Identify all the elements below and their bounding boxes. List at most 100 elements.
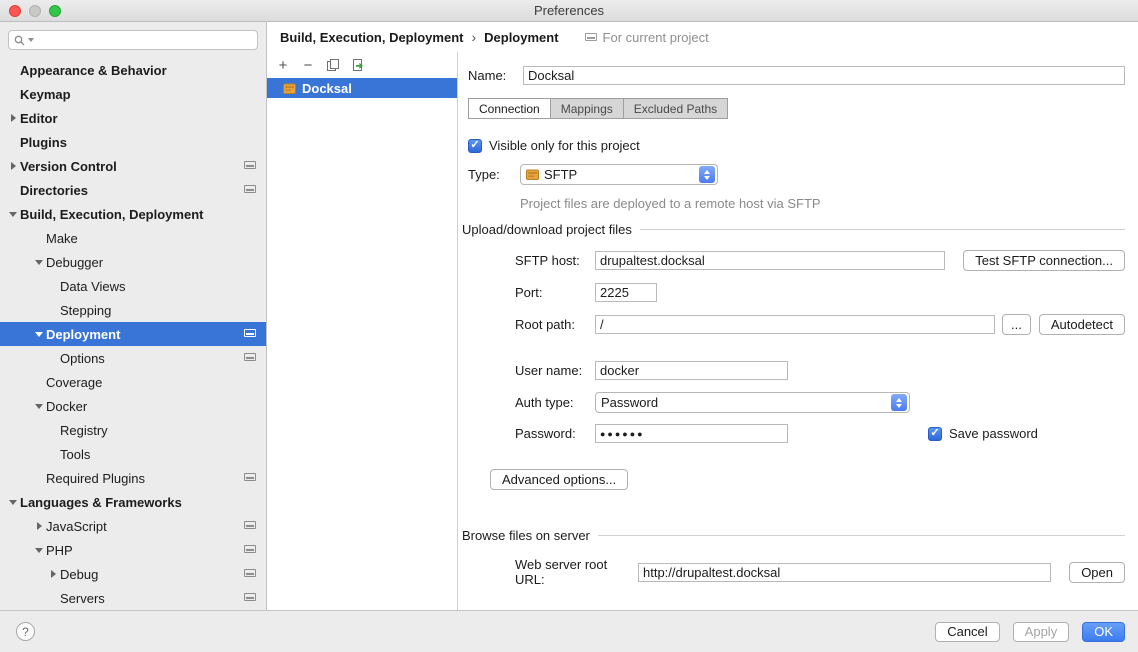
chevron-right-icon[interactable]: [51, 570, 56, 578]
zoom-window-button[interactable]: [49, 5, 61, 17]
chevron-right-icon[interactable]: [11, 162, 16, 170]
project-scope-label: For current project: [603, 30, 709, 45]
password-label: Password:: [515, 426, 595, 441]
sidebar-item-javascript[interactable]: JavaScript: [0, 514, 266, 538]
sidebar-item-appearance-behavior[interactable]: Appearance & Behavior: [0, 58, 266, 82]
sidebar-item-make[interactable]: Make: [0, 226, 266, 250]
auth-type-select[interactable]: Password: [595, 392, 910, 413]
sidebar-item-docker[interactable]: Docker: [0, 394, 266, 418]
minus-icon: −: [304, 58, 313, 73]
sidebar-item-keymap[interactable]: Keymap: [0, 82, 266, 106]
port-row: Port:: [515, 283, 657, 302]
port-label: Port:: [515, 285, 595, 300]
project-scope-icon: [244, 161, 256, 169]
sidebar-item-directories[interactable]: Directories: [0, 178, 266, 202]
user-name-label: User name:: [515, 363, 595, 378]
tab-connection[interactable]: Connection: [468, 98, 551, 119]
type-select-value: SFTP: [544, 167, 577, 182]
open-button[interactable]: Open: [1069, 562, 1125, 583]
section-divider: [640, 229, 1125, 230]
upload-section-header: Upload/download project files: [462, 222, 1125, 237]
sync-server-button[interactable]: [350, 57, 366, 73]
copy-icon: [326, 58, 340, 72]
user-name-input[interactable]: [595, 361, 788, 380]
chevron-right-icon[interactable]: [37, 522, 42, 530]
project-scope-icon: [244, 521, 256, 529]
add-server-button[interactable]: +: [275, 57, 291, 73]
breadcrumb-item-deployment[interactable]: Deployment: [484, 30, 558, 45]
web-root-label: Web server root URL:: [515, 557, 638, 587]
chevron-down-icon[interactable]: [35, 260, 43, 265]
tab-excluded-paths[interactable]: Excluded Paths: [624, 98, 728, 119]
breadcrumb-separator: ›: [471, 29, 476, 45]
test-sftp-connection-button[interactable]: Test SFTP connection...: [963, 250, 1125, 271]
breadcrumb-item-build-execution-deployment[interactable]: Build, Execution, Deployment: [280, 30, 463, 45]
sidebar-item-stepping[interactable]: Stepping: [0, 298, 266, 322]
sidebar-item-servers[interactable]: Servers: [0, 586, 266, 610]
chevron-right-icon[interactable]: [11, 114, 16, 122]
close-window-button[interactable]: [9, 5, 21, 17]
visible-only-checkbox[interactable]: ✓: [468, 139, 482, 153]
sidebar-item-options[interactable]: Options: [0, 346, 266, 370]
sidebar-item-php[interactable]: PHP: [0, 538, 266, 562]
tab-mappings[interactable]: Mappings: [551, 98, 624, 119]
save-password-checkbox[interactable]: ✓: [928, 427, 942, 441]
sidebar-item-deployment[interactable]: Deployment: [0, 322, 266, 346]
type-label: Type:: [468, 167, 520, 182]
apply-button[interactable]: Apply: [1013, 622, 1070, 642]
cancel-button[interactable]: Cancel: [935, 622, 999, 642]
window-title: Preferences: [534, 3, 604, 18]
chevron-down-icon[interactable]: [35, 332, 43, 337]
browse-root-path-button[interactable]: ...: [1002, 314, 1031, 335]
web-root-input[interactable]: [638, 563, 1051, 582]
project-scope-indicator: For current project: [585, 30, 709, 45]
remove-server-button[interactable]: −: [300, 57, 316, 73]
name-input[interactable]: [523, 66, 1125, 85]
sidebar-item-plugins[interactable]: Plugins: [0, 130, 266, 154]
sidebar-item-editor[interactable]: Editor: [0, 106, 266, 130]
sidebar-item-debug[interactable]: Debug: [0, 562, 266, 586]
root-path-input[interactable]: [595, 315, 995, 334]
auth-type-row: Auth type: Password: [515, 392, 910, 413]
chevron-down-icon[interactable]: [35, 548, 43, 553]
sftp-host-input[interactable]: [595, 251, 945, 270]
sidebar-item-tools[interactable]: Tools: [0, 442, 266, 466]
select-stepper-icon: [699, 166, 715, 183]
sidebar-item-version-control[interactable]: Version Control: [0, 154, 266, 178]
ok-button[interactable]: OK: [1082, 622, 1125, 642]
browse-section-header: Browse files on server: [462, 528, 1125, 543]
type-select[interactable]: SFTP: [520, 164, 718, 185]
help-button[interactable]: ?: [16, 622, 35, 641]
auth-type-label: Auth type:: [515, 395, 595, 410]
sidebar-item-required-plugins[interactable]: Required Plugins: [0, 466, 266, 490]
section-divider: [598, 535, 1125, 536]
search-options-chevron-icon[interactable]: [28, 38, 34, 42]
titlebar: Preferences: [0, 0, 1138, 22]
sidebar-item-build-execution-deployment[interactable]: Build, Execution, Deployment: [0, 202, 266, 226]
sidebar-item-data-views[interactable]: Data Views: [0, 274, 266, 298]
chevron-down-icon[interactable]: [9, 212, 17, 217]
chevron-down-icon[interactable]: [9, 500, 17, 505]
port-input[interactable]: [595, 283, 657, 302]
web-root-row: Web server root URL: Open: [515, 557, 1125, 587]
autodetect-button[interactable]: Autodetect: [1039, 314, 1125, 335]
check-icon: ✓: [470, 140, 479, 151]
password-input[interactable]: [595, 424, 788, 443]
project-scope-icon: [244, 329, 256, 337]
sidebar-item-languages-frameworks[interactable]: Languages & Frameworks: [0, 490, 266, 514]
root-path-label: Root path:: [515, 317, 595, 332]
sync-icon: [351, 58, 365, 72]
visible-project-row: ✓ Visible only for this project: [468, 138, 640, 153]
search-input[interactable]: [37, 33, 252, 47]
sidebar-item-registry[interactable]: Registry: [0, 418, 266, 442]
advanced-options-button[interactable]: Advanced options...: [490, 469, 628, 490]
sidebar-item-debugger[interactable]: Debugger: [0, 250, 266, 274]
chevron-down-icon[interactable]: [35, 404, 43, 409]
server-list-item-docksal[interactable]: Docksal: [267, 78, 457, 98]
save-password-label: Save password: [949, 426, 1038, 441]
minimize-window-button: [29, 5, 41, 17]
settings-search-box[interactable]: [8, 30, 258, 50]
server-list: Docksal: [267, 78, 457, 98]
sidebar-item-coverage[interactable]: Coverage: [0, 370, 266, 394]
copy-server-button[interactable]: [325, 57, 341, 73]
